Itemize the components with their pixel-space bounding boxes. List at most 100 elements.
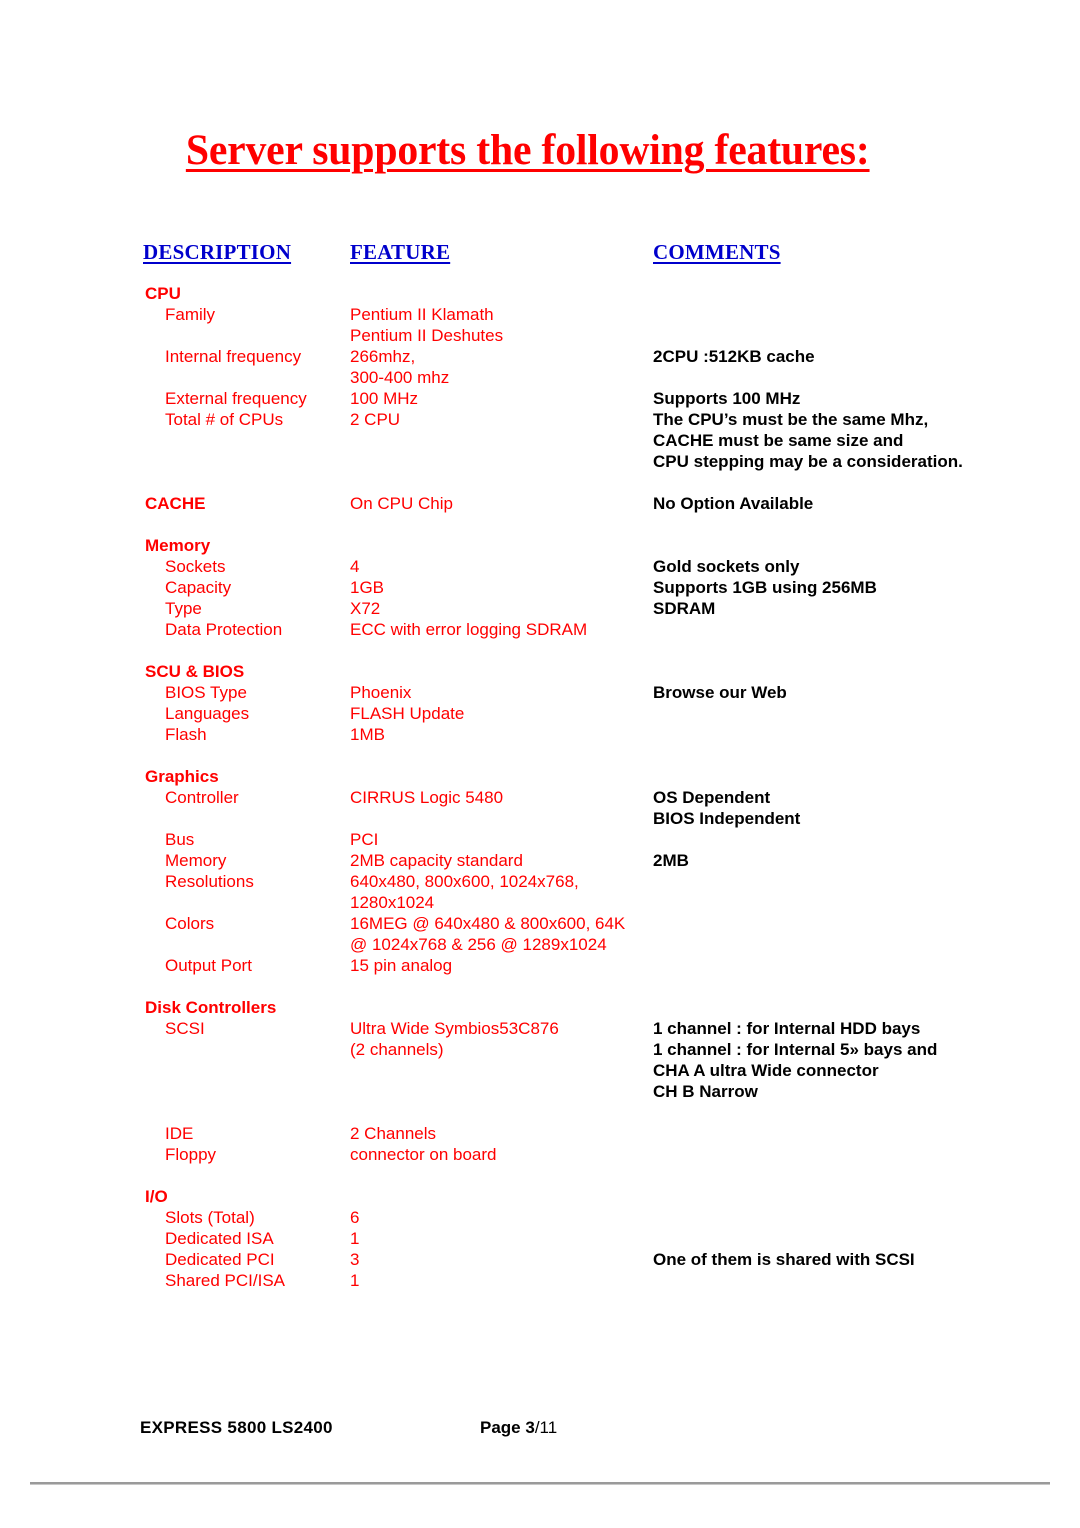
table-row: Type X72 SDRAM [0, 598, 1080, 619]
row-feature: 1 [350, 1271, 360, 1290]
table-row: Memory 2MB capacity standard 2MB [0, 850, 1080, 871]
table-row: External frequency 100 MHz Supports 100 MH… [0, 388, 1080, 409]
section-header: CACHE [145, 494, 206, 513]
row-comment: OS Dependent [653, 788, 771, 807]
row-description: Total # of CPUs [165, 410, 284, 429]
row-feature: 266mhz, [350, 347, 416, 366]
footer-page-number: Page 3/11 [480, 1417, 557, 1438]
row-description: Sockets [165, 557, 226, 576]
table-row: Resolutions 640x480, 800x600, 1024x768, [0, 871, 1080, 892]
footer-model-label: EXPRESS 5800 LS2400 [140, 1418, 333, 1437]
row-comment: 1 channel : for Internal 5» bays and [653, 1040, 938, 1059]
table-row: Data Protection ECC with error logging SD… [0, 619, 1080, 640]
row-description: Bus [165, 830, 195, 849]
row-comment: 2MB [653, 851, 689, 870]
row-feature: Pentium II Deshutes [350, 326, 504, 345]
document-page: Server supports the following features: … [0, 0, 1080, 1528]
row-feature: Pentium II Klamath [350, 305, 494, 324]
row-feature: CIRRUS Logic 5480 [350, 788, 504, 807]
row-feature: 16MEG @ 640x480 & 800x600, 64K [350, 914, 626, 933]
row-feature: PCI [350, 830, 379, 849]
table-row: Floppy connector on board [0, 1144, 1080, 1165]
row-description: Output Port [165, 956, 252, 975]
table-row: CHA A ultra Wide connector [0, 1060, 1080, 1081]
row-description: Resolutions [165, 872, 254, 891]
section-header: Graphics [145, 767, 219, 786]
row-description: IDE [165, 1124, 194, 1143]
table-row: Bus PCI [0, 829, 1080, 850]
row-comment: 2CPU :512KB cache [653, 347, 815, 366]
table-row: SCSI Ultra Wide Symbios53C876 1 channel : … [0, 1018, 1080, 1039]
row-description: Floppy [165, 1145, 217, 1164]
row-description: Colors [165, 914, 215, 933]
table-row: Languages FLASH Update [0, 703, 1080, 724]
row-description: External frequency [165, 389, 307, 408]
row-description: Languages [165, 704, 250, 723]
row-description: Data Protection [165, 620, 283, 639]
row-feature: 300-400 mhz [350, 368, 450, 387]
table-row: 1280x1024 [0, 892, 1080, 913]
footer-page-current: Page 3 [480, 1418, 535, 1437]
table-row: CACHE must be same size and [0, 430, 1080, 451]
table-row: CPU stepping may be a consideration. [0, 451, 1080, 472]
row-feature: @ 1024x768 & 256 @ 1289x1024 [350, 935, 607, 954]
row-feature: 2MB capacity standard [350, 851, 523, 870]
row-feature: 1MB [350, 725, 385, 744]
row-comment: Supports 1GB using 256MB [653, 578, 877, 597]
section-header: CPU [145, 284, 181, 303]
table-row: CPU [0, 283, 1080, 304]
row-description: Shared PCI/ISA [165, 1271, 286, 1290]
row-comment: The CPU’s must be the same Mhz, [653, 410, 929, 429]
table-row: 300-400 mhz [0, 367, 1080, 388]
table-row: Dedicated ISA 1 [0, 1228, 1080, 1249]
row-comment: SDRAM [653, 599, 716, 618]
row-comment: One of them is shared with SCSI [653, 1250, 915, 1269]
table-row [0, 1102, 1080, 1123]
row-feature: X72 [350, 599, 381, 618]
row-comment: BIOS Independent [653, 809, 801, 828]
row-description: Controller [165, 788, 239, 807]
row-comment: No Option Available [653, 494, 814, 513]
table-row: Slots (Total) 6 [0, 1207, 1080, 1228]
row-feature: connector on board [350, 1145, 497, 1164]
table-row: @ 1024x768 & 256 @ 1289x1024 [0, 934, 1080, 955]
table-row: BIOS Type Phoenix Browse our Web [0, 682, 1080, 703]
row-description: Family [165, 305, 216, 324]
table-row: IDE 2 Channels [0, 1123, 1080, 1144]
row-description: Memory [165, 851, 227, 870]
row-comment: CHA A ultra Wide connector [653, 1061, 879, 1080]
table-row: CH B Narrow [0, 1081, 1080, 1102]
table-row: I/O [0, 1186, 1080, 1207]
row-feature: 3 [350, 1250, 360, 1269]
row-description: BIOS Type [165, 683, 247, 702]
row-comment: CH B Narrow [653, 1082, 758, 1101]
row-feature: 2 Channels [350, 1124, 437, 1143]
row-description: Capacity [165, 578, 232, 597]
column-header-comments: COMMENTS [653, 240, 781, 264]
row-comment: Gold sockets only [653, 557, 800, 576]
row-feature: 2 CPU [350, 410, 401, 429]
table-row: BIOS Independent [0, 808, 1080, 829]
row-feature: 4 [350, 557, 360, 576]
footer-page-total: /11 [534, 1418, 558, 1437]
row-description: Slots (Total) [165, 1208, 255, 1227]
table-row [0, 514, 1080, 535]
row-description: Type [165, 599, 202, 618]
table-row: Total # of CPUs 2 CPU The CPU’s must be th… [0, 409, 1080, 430]
row-feature: 1GB [350, 578, 385, 597]
row-comment: Browse our Web [653, 683, 787, 702]
page-title: Server supports the following features: [185, 127, 870, 174]
table-row: CACHE On CPU Chip No Option Available [0, 493, 1080, 514]
table-row: Shared PCI/ISA 1 [0, 1270, 1080, 1291]
row-description: Dedicated ISA [165, 1229, 274, 1248]
table-row: Output Port 15 pin analog [0, 955, 1080, 976]
row-feature: 1 [350, 1229, 360, 1248]
section-header: Memory [145, 536, 211, 555]
features-table: CPU Family Pentium II Klamath Pentium II De… [0, 283, 1080, 1291]
row-feature: 640x480, 800x600, 1024x768, [350, 872, 579, 891]
section-header: I/O [145, 1187, 168, 1206]
table-row: Colors 16MEG @ 640x480 & 800x600, 64K [0, 913, 1080, 934]
column-header-description: DESCRIPTION [143, 240, 292, 264]
row-feature: FLASH Update [350, 704, 465, 723]
table-row: Family Pentium II Klamath [0, 304, 1080, 325]
